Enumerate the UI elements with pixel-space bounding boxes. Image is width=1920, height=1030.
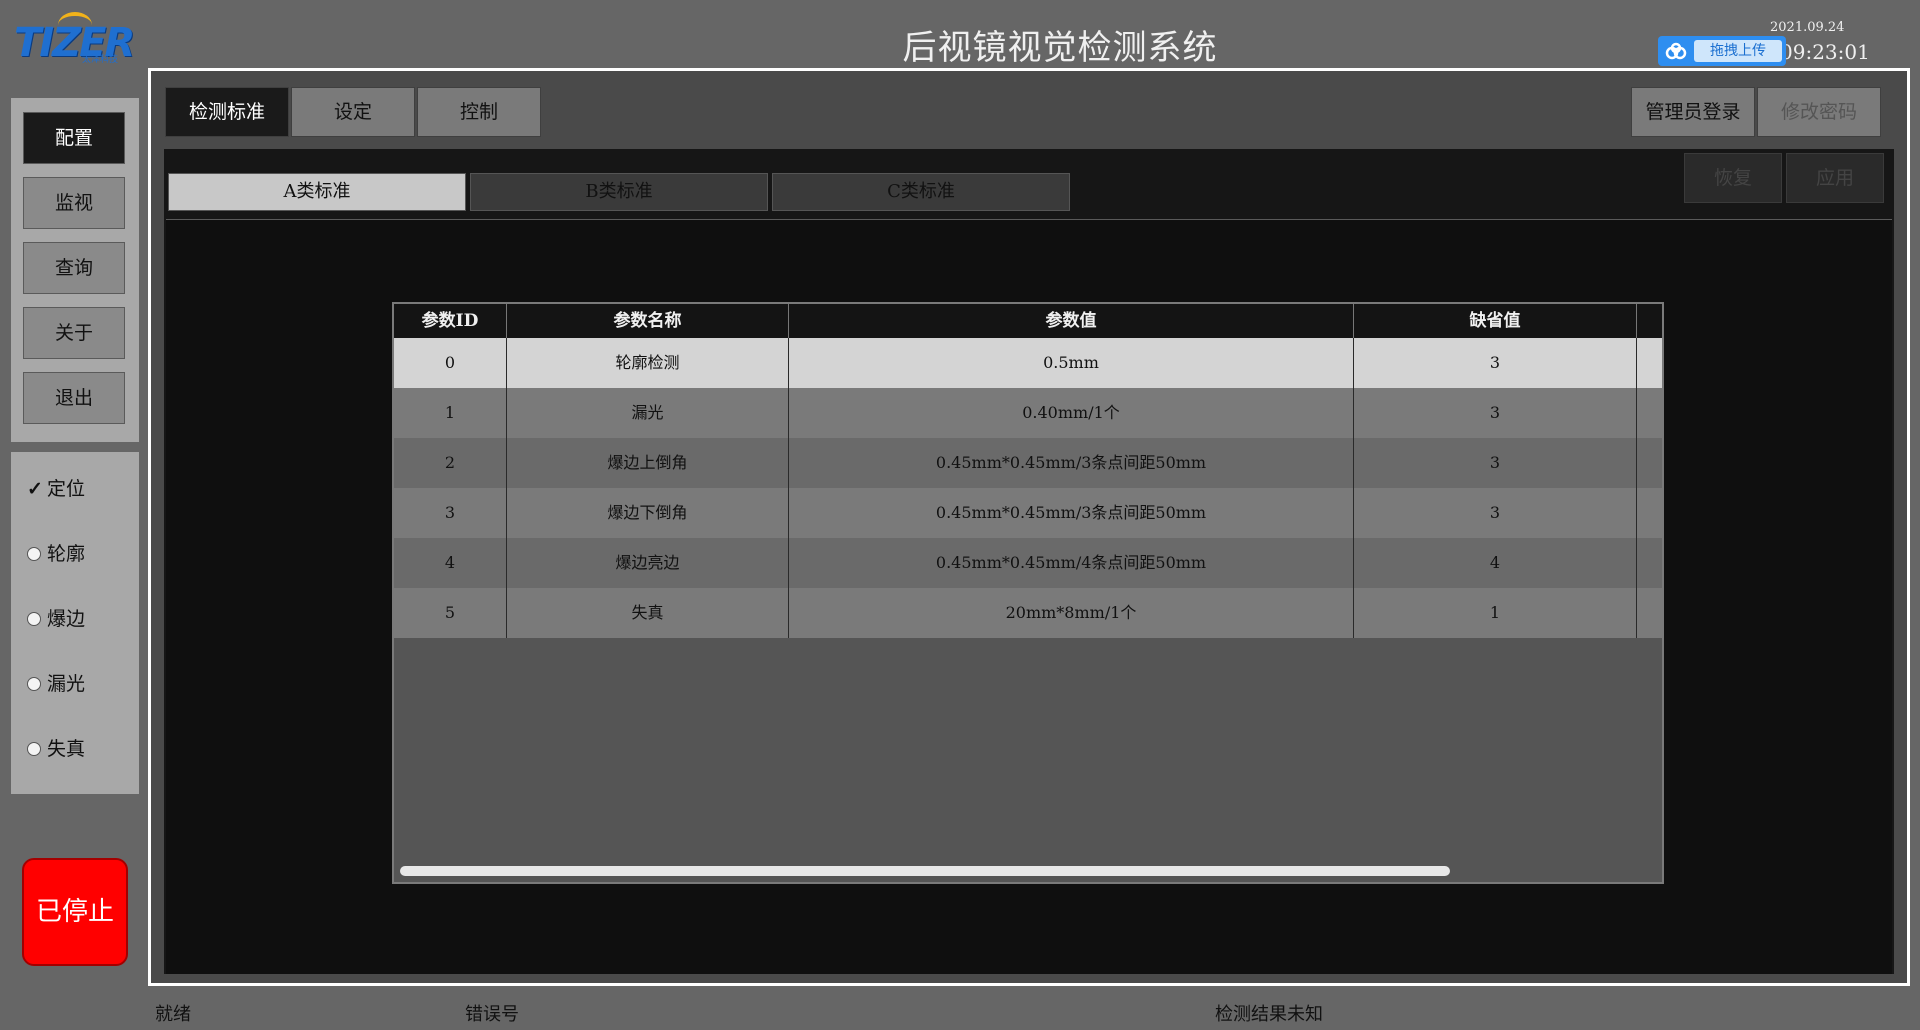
tab-detection-standard[interactable]: 检测标准: [165, 87, 289, 137]
nav-monitor-button[interactable]: 监视: [23, 177, 125, 229]
cell-default: 3: [1354, 488, 1637, 538]
option-label: 爆边: [47, 608, 86, 630]
cell-id: 0: [394, 338, 507, 388]
cell-default: 3: [1354, 338, 1637, 388]
cell-name: 漏光: [507, 388, 789, 438]
standards-panel: A类标准 B类标准 C类标准 恢复 应用 参数ID 参数名称 参数值 缺省值 0…: [164, 149, 1894, 974]
app-title: 后视镜视觉检测系统: [902, 28, 1218, 68]
radio-icon: [27, 741, 41, 756]
option-label: 定位: [47, 478, 86, 500]
nav-panel: 配置 监视 查询 关于 退出: [11, 98, 139, 442]
cell-id: 4: [394, 538, 507, 588]
drag-upload-widget[interactable]: 拖拽上传: [1658, 36, 1786, 66]
nav-about-button[interactable]: 关于: [23, 307, 125, 359]
table-row[interactable]: 2 爆边上倒角 0.45mm*0.45mm/3条点间距50mm 3: [394, 438, 1662, 488]
cell-value[interactable]: 0.5mm: [789, 338, 1354, 388]
column-header-default[interactable]: 缺省值: [1354, 304, 1637, 338]
status-ready: 就绪: [155, 1004, 191, 1025]
radio-icon: [27, 611, 41, 626]
restore-button[interactable]: 恢复: [1684, 153, 1782, 203]
status-error-number: 错误号: [465, 1004, 519, 1025]
option-distortion[interactable]: 失真: [27, 736, 85, 762]
column-header-name[interactable]: 参数名称: [507, 304, 789, 338]
cell-id: 1: [394, 388, 507, 438]
table-row[interactable]: 3 爆边下倒角 0.45mm*0.45mm/3条点间距50mm 3: [394, 488, 1662, 538]
option-label: 失真: [47, 738, 86, 760]
nav-config-button[interactable]: 配置: [23, 112, 125, 164]
nav-query-button[interactable]: 查询: [23, 242, 125, 294]
cell-id: 3: [394, 488, 507, 538]
apply-button[interactable]: 应用: [1786, 153, 1884, 203]
subtab-c-standard[interactable]: C类标准: [772, 173, 1070, 211]
cell-value[interactable]: 0.45mm*0.45mm/3条点间距50mm: [789, 438, 1354, 488]
time-display: 09:23:01: [1780, 40, 1870, 64]
option-locate[interactable]: ✓ 定位: [27, 476, 85, 502]
horizontal-scrollbar[interactable]: [400, 866, 1450, 876]
option-label: 轮廓: [47, 543, 86, 565]
option-light-leak[interactable]: 漏光: [27, 671, 85, 697]
table-row[interactable]: 1 漏光 0.40mm/1个 3: [394, 388, 1662, 438]
change-password-button[interactable]: 修改密码: [1757, 87, 1881, 137]
cell-default: 4: [1354, 538, 1637, 588]
radio-icon: [27, 676, 41, 691]
parameter-table: 参数ID 参数名称 参数值 缺省值 0 轮廓检测 0.5mm 3 1 漏光 0.…: [392, 302, 1664, 884]
cell-id: 5: [394, 588, 507, 638]
stop-status-button[interactable]: 已停止: [22, 858, 128, 966]
cell-value[interactable]: 0.45mm*0.45mm/4条点间距50mm: [789, 538, 1354, 588]
table-row[interactable]: 0 轮廓检测 0.5mm 3: [394, 338, 1662, 388]
option-chipping[interactable]: 爆边: [27, 606, 85, 632]
cell-name: 失真: [507, 588, 789, 638]
detection-options-panel: ✓ 定位 轮廓 爆边 漏光 失真: [11, 452, 139, 794]
nav-exit-button[interactable]: 退出: [23, 372, 125, 424]
cell-name: 爆边下倒角: [507, 488, 789, 538]
cloud-icon: [1665, 42, 1687, 60]
option-label: 漏光: [47, 673, 86, 695]
cell-default: 1: [1354, 588, 1637, 638]
column-header-value[interactable]: 参数值: [789, 304, 1354, 338]
cell-default: 3: [1354, 438, 1637, 488]
cell-name: 爆边亮边: [507, 538, 789, 588]
table-row[interactable]: 4 爆边亮边 0.45mm*0.45mm/4条点间距50mm 4: [394, 538, 1662, 588]
table-row[interactable]: 5 失真 20mm*8mm/1个 1: [394, 588, 1662, 638]
admin-login-button[interactable]: 管理员登录: [1631, 87, 1755, 137]
column-header-spacer: [1637, 304, 1662, 338]
tab-control[interactable]: 控制: [417, 87, 541, 137]
subtab-b-standard[interactable]: B类标准: [470, 173, 768, 211]
cell-value[interactable]: 0.45mm*0.45mm/3条点间距50mm: [789, 488, 1354, 538]
upload-label: 拖拽上传: [1694, 40, 1782, 62]
cell-default: 3: [1354, 388, 1637, 438]
option-contour[interactable]: 轮廓: [27, 541, 85, 567]
content-area: 参数ID 参数名称 参数值 缺省值 0 轮廓检测 0.5mm 3 1 漏光 0.…: [166, 219, 1892, 974]
cell-value[interactable]: 0.40mm/1个: [789, 388, 1354, 438]
checkmark-icon: ✓: [27, 478, 43, 500]
cell-id: 2: [394, 438, 507, 488]
subtab-a-standard[interactable]: A类标准: [168, 173, 466, 211]
main-frame: 检测标准 设定 控制 管理员登录 修改密码 A类标准 B类标准 C类标准 恢复 …: [148, 68, 1910, 986]
cell-name: 轮廓检测: [507, 338, 789, 388]
cell-name: 爆边上倒角: [507, 438, 789, 488]
cell-value[interactable]: 20mm*8mm/1个: [789, 588, 1354, 638]
status-detection-result: 检测结果未知: [1215, 1004, 1323, 1025]
column-header-id[interactable]: 参数ID: [394, 304, 507, 338]
radio-icon: [27, 546, 41, 561]
tab-settings[interactable]: 设定: [291, 87, 415, 137]
date-display: 2021.09.24: [1770, 20, 1845, 35]
